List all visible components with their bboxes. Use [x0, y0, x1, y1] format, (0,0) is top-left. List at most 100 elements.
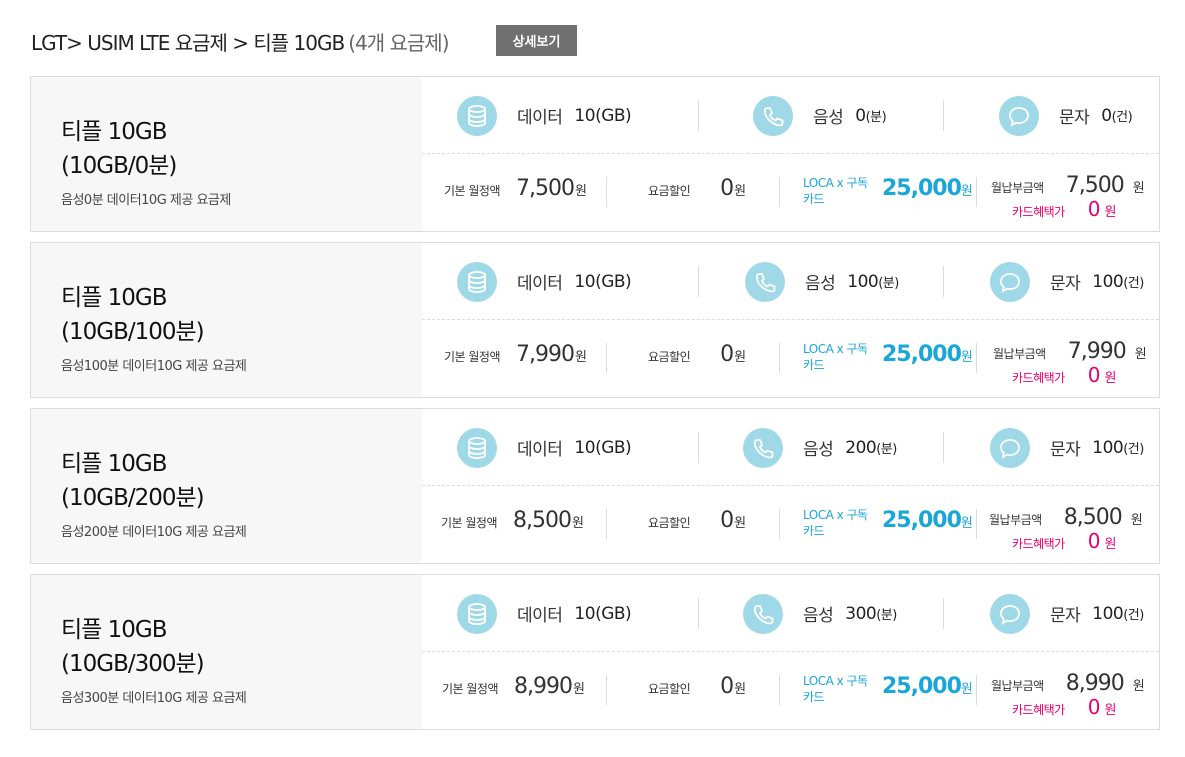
- sms-amount: 0: [1101, 105, 1112, 126]
- plan-card[interactable]: 티플 10GB (10GB/100분) 음성100분 데이터10G 제공 요금제…: [30, 242, 1160, 398]
- phone-icon: [745, 261, 785, 302]
- phone-icon: [743, 593, 783, 634]
- chat-bubble-icon: [999, 95, 1039, 136]
- data-amount: 10: [574, 437, 596, 458]
- phone-icon: [743, 427, 783, 468]
- divider: [779, 509, 780, 539]
- plan-subname: (10GB/100분): [61, 319, 205, 345]
- plan-card[interactable]: 티플 10GB (10GB/300분) 음성300분 데이터10G 제공 요금제…: [30, 574, 1160, 730]
- card-benefit-price: 카드혜택가 0 원: [1012, 695, 1117, 719]
- divider: [976, 509, 977, 539]
- divider: [779, 177, 780, 207]
- plan-name: 티플 10GB: [61, 617, 167, 643]
- loca-card-label: LOCA x 구독 카드: [803, 508, 868, 538]
- divider: [943, 100, 944, 131]
- spec-sms: 문자 0(건): [999, 77, 1133, 154]
- database-icon: [457, 261, 497, 302]
- breadcrumb: LGT> USIM LTE 요금제 > 티플 10GB: [31, 30, 345, 55]
- plan-subname: (10GB/300분): [61, 651, 205, 677]
- plan-description: 음성300분 데이터10G 제공 요금제: [61, 691, 247, 706]
- loca-card-price: 25,000 원: [882, 508, 973, 533]
- loca-card-price: 25,000 원: [882, 342, 973, 367]
- data-amount: 10: [574, 105, 596, 126]
- plan-description: 음성100분 데이터10G 제공 요금제: [61, 359, 247, 374]
- plan-name: 티플 10GB: [61, 451, 167, 477]
- divider: [943, 266, 944, 297]
- divider: [606, 343, 607, 373]
- base-price: 기본 월정액 7,990 원: [444, 342, 587, 367]
- plan-specs: 데이터 10(GB) 음성 300(분) 문자 100(건): [422, 575, 1159, 652]
- plan-summary: 티플 10GB (10GB/0분) 음성0분 데이터10G 제공 요금제: [31, 77, 422, 231]
- voice-amount: 100: [847, 271, 879, 292]
- plan-card[interactable]: 티플 10GB (10GB/200분) 음성200분 데이터10G 제공 요금제…: [30, 408, 1160, 564]
- loca-card-label: LOCA x 구독 카드: [803, 342, 868, 372]
- spec-data: 데이터 10(GB): [457, 409, 632, 486]
- data-amount: 10: [574, 271, 596, 292]
- voice-amount: 300: [845, 603, 877, 624]
- discount: 요금할인 0 원: [648, 342, 747, 367]
- base-price: 기본 월정액 7,500 원: [444, 176, 587, 201]
- database-icon: [457, 593, 497, 634]
- detail-view-button[interactable]: 상세보기: [496, 25, 577, 56]
- plan-card[interactable]: 티플 10GB (10GB/0분) 음성0분 데이터10G 제공 요금제 데이터…: [30, 76, 1160, 232]
- plan-pricing: 기본 월정액 7,500 원 요금할인 0 원 LOCA x 구독 카드 25,…: [422, 155, 1159, 231]
- plan-summary: 티플 10GB (10GB/200분) 음성200분 데이터10G 제공 요금제: [31, 409, 422, 563]
- card-benefit-price: 카드혜택가 0 원: [1012, 529, 1117, 553]
- discount: 요금할인 0 원: [648, 508, 747, 533]
- plan-name: 티플 10GB: [61, 119, 168, 145]
- spec-voice: 음성 0(분): [753, 77, 887, 154]
- divider: [698, 598, 699, 629]
- phone-icon: [753, 95, 793, 136]
- divider: [976, 675, 977, 705]
- database-icon: [457, 95, 497, 136]
- spec-sms: 문자 100(건): [990, 409, 1144, 486]
- card-benefit-price: 카드혜택가 0 원: [1012, 197, 1117, 221]
- divider: [698, 266, 699, 297]
- plan-pricing: 기본 월정액 8,990 원 요금할인 0 원 LOCA x 구독 카드 25,…: [422, 653, 1159, 729]
- monthly-price: 월납부금액 8,990 원: [991, 671, 1145, 696]
- sms-amount: 100: [1092, 437, 1124, 458]
- chat-bubble-icon: [990, 427, 1030, 468]
- plan-count: (4개 요금제): [348, 30, 449, 55]
- spec-voice: 음성 100(분): [745, 243, 899, 320]
- plan-name: 티플 10GB: [61, 285, 167, 311]
- base-price: 기본 월정액 8,500 원: [441, 508, 584, 533]
- plan-description: 음성0분 데이터10G 제공 요금제: [61, 193, 231, 208]
- spec-sms: 문자 100(건): [990, 243, 1144, 320]
- sms-amount: 100: [1092, 603, 1124, 624]
- plan-subname: (10GB/200분): [61, 485, 205, 511]
- divider: [976, 177, 977, 207]
- base-price: 기본 월정액 8,990 원: [442, 674, 585, 699]
- spec-voice: 음성 200(분): [743, 409, 897, 486]
- chat-bubble-icon: [990, 593, 1030, 634]
- spec-data: 데이터 10(GB): [457, 575, 632, 652]
- divider: [606, 675, 607, 705]
- divider: [606, 177, 607, 207]
- plan-specs: 데이터 10(GB) 음성 0(분) 문자 0(건): [422, 77, 1159, 154]
- loca-card-price: 25,000 원: [882, 674, 973, 699]
- divider: [779, 675, 780, 705]
- database-icon: [457, 427, 497, 468]
- discount: 요금할인 0 원: [648, 176, 747, 201]
- discount: 요금할인 0 원: [648, 674, 747, 699]
- monthly-price: 월납부금액 7,990 원: [993, 339, 1147, 364]
- loca-card-label: LOCA x 구독 카드: [803, 176, 868, 206]
- divider: [943, 432, 944, 463]
- plan-subname: (10GB/0분): [61, 153, 177, 179]
- loca-card-label: LOCA x 구독 카드: [803, 674, 868, 704]
- voice-amount: 200: [845, 437, 877, 458]
- plan-summary: 티플 10GB (10GB/300분) 음성300분 데이터10G 제공 요금제: [31, 575, 422, 729]
- divider: [976, 343, 977, 373]
- divider: [606, 509, 607, 539]
- voice-amount: 0: [855, 105, 866, 126]
- spec-voice: 음성 300(분): [743, 575, 897, 652]
- plan-description: 음성200분 데이터10G 제공 요금제: [61, 525, 247, 540]
- spec-data: 데이터 10(GB): [457, 77, 632, 154]
- divider: [779, 343, 780, 373]
- card-benefit-price: 카드혜택가 0 원: [1012, 363, 1117, 387]
- plan-summary: 티플 10GB (10GB/100분) 음성100분 데이터10G 제공 요금제: [31, 243, 422, 397]
- loca-card-price: 25,000 원: [882, 176, 973, 201]
- divider: [698, 100, 699, 131]
- spec-data: 데이터 10(GB): [457, 243, 632, 320]
- plan-pricing: 기본 월정액 7,990 원 요금할인 0 원 LOCA x 구독 카드 25,…: [422, 321, 1159, 397]
